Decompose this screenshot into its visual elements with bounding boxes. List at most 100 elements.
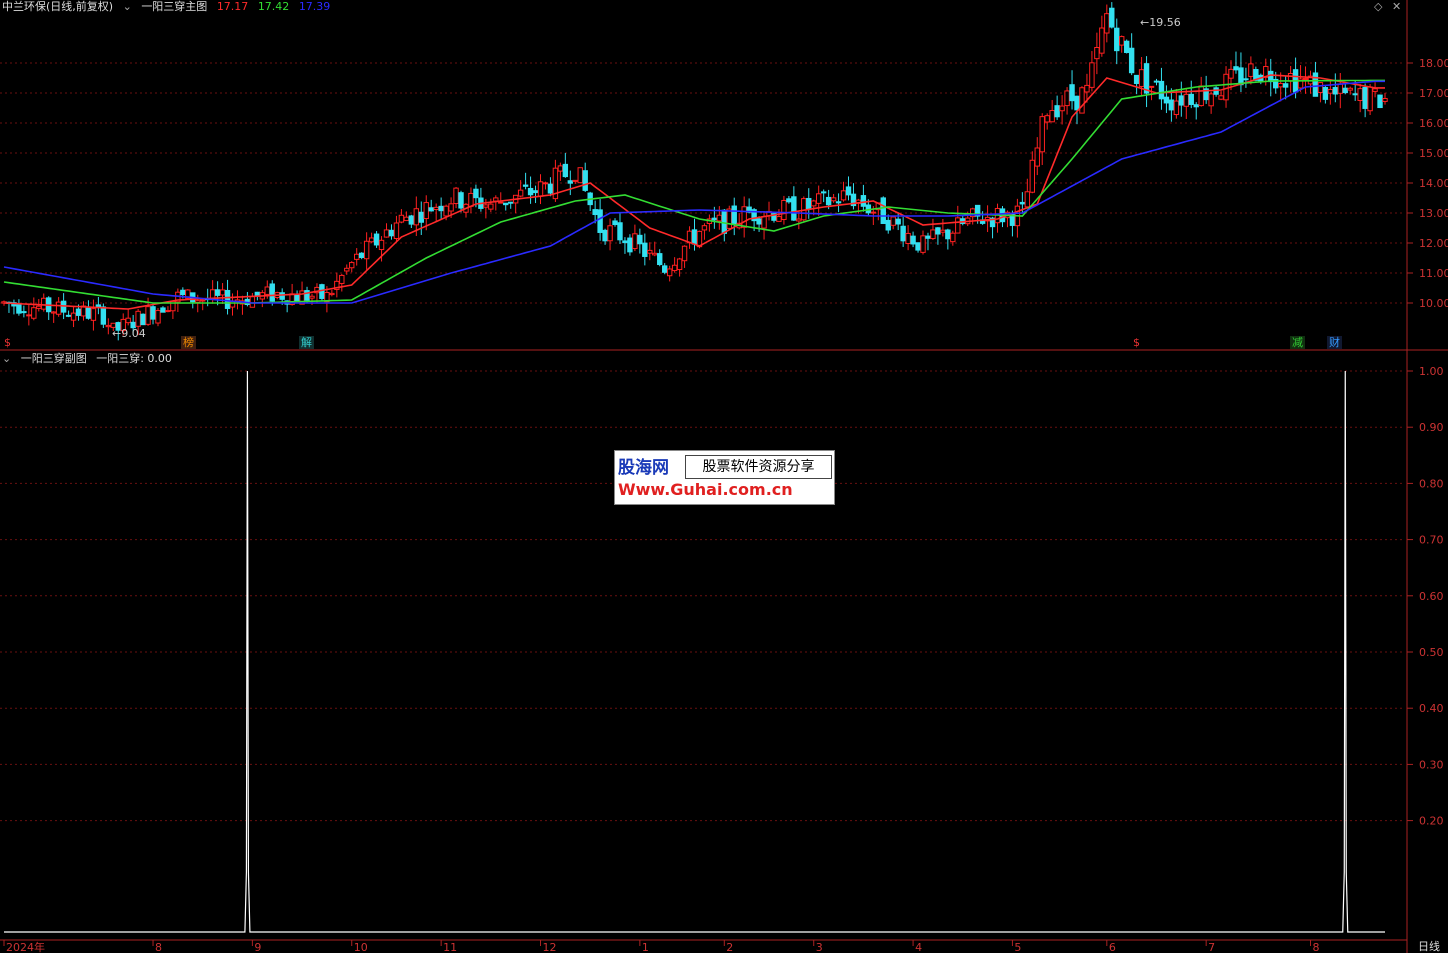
candle-body xyxy=(582,170,588,191)
candle-body xyxy=(140,313,146,326)
candle-body xyxy=(1367,86,1373,112)
candle-body xyxy=(627,237,633,253)
diamond-icon[interactable]: ◇ xyxy=(1374,0,1382,13)
event-tag-4[interactable]: $ xyxy=(1131,336,1142,349)
sub-tick-label: 0.40 xyxy=(1419,702,1444,715)
candle-body xyxy=(1377,94,1383,109)
close-icon[interactable]: ✕ xyxy=(1392,0,1401,13)
candle-body xyxy=(65,314,72,317)
candle-body xyxy=(811,200,817,207)
candle-body xyxy=(125,317,131,324)
event-tag-1[interactable]: $ xyxy=(2,336,13,349)
candle-body xyxy=(676,258,683,271)
candle-body xyxy=(890,216,896,226)
candle-body xyxy=(825,196,832,206)
candle-body xyxy=(900,225,906,242)
sub-toggle-icon[interactable]: ⌄ xyxy=(2,352,11,365)
candle-body xyxy=(339,274,345,284)
price-tick-label: 13.00 xyxy=(1419,207,1448,220)
candle-body xyxy=(31,307,37,319)
candle-body xyxy=(1268,70,1274,83)
candle-body xyxy=(920,235,926,253)
candle-body xyxy=(1099,27,1105,54)
candle-body xyxy=(845,186,852,196)
candle-body xyxy=(344,267,350,272)
date-tick-label: 1 xyxy=(642,941,649,953)
candle-body xyxy=(378,239,385,251)
date-tick-label: 2 xyxy=(726,941,733,953)
ma1-value: 17.17 xyxy=(216,0,249,13)
candle-body xyxy=(1178,95,1185,106)
candle-body xyxy=(155,310,161,324)
candle-body xyxy=(726,208,732,229)
candle-body xyxy=(1104,13,1110,34)
date-tick-label: 2024年 xyxy=(6,940,45,953)
event-tag-3[interactable]: 解 xyxy=(299,336,314,349)
candle-body xyxy=(1382,97,1388,102)
candle-body xyxy=(1084,84,1090,93)
candle-body xyxy=(577,167,583,184)
event-tag-6[interactable]: 财 xyxy=(1327,336,1342,349)
candle-body xyxy=(269,283,275,302)
candle-body xyxy=(756,218,762,225)
candle-body xyxy=(1312,72,1319,97)
candle-body xyxy=(1287,72,1294,82)
window-controls[interactable]: ◇ ✕ xyxy=(1374,0,1407,13)
candle-body xyxy=(1024,191,1031,208)
candle-body xyxy=(21,311,27,314)
candle-body xyxy=(200,299,206,302)
candle-body xyxy=(448,203,454,212)
candle-body xyxy=(1327,88,1334,94)
candle-body xyxy=(423,202,429,220)
period-label[interactable]: 日线 xyxy=(1418,940,1440,953)
candle-body xyxy=(373,233,380,246)
candle-body xyxy=(507,201,514,204)
candle-body xyxy=(612,220,618,226)
candle-body xyxy=(761,216,767,229)
event-tag-2[interactable]: 榜 xyxy=(181,336,196,349)
main-indicator-name[interactable]: 一阳三穿主图 xyxy=(141,0,207,13)
candle-body xyxy=(1337,83,1343,94)
candle-body xyxy=(145,306,151,325)
candle-body xyxy=(572,179,578,182)
stock-name[interactable]: 中兰环保(日线,前复权) xyxy=(2,0,113,13)
indicator-toggle-icon[interactable]: ⌄ xyxy=(123,0,132,13)
date-tick-label: 8 xyxy=(1312,941,1319,953)
candle-body xyxy=(165,310,171,313)
candle-body xyxy=(517,189,524,197)
candle-body xyxy=(796,218,802,222)
candle-body xyxy=(1109,7,1115,28)
candle-body xyxy=(602,229,608,242)
candle-body xyxy=(1233,66,1239,71)
candle-body xyxy=(1372,88,1378,92)
candle-body xyxy=(329,292,335,296)
price-tick-label: 18.00 xyxy=(1419,57,1448,70)
candle-body xyxy=(1362,86,1368,109)
candle-body xyxy=(1193,104,1199,108)
candle-body xyxy=(105,324,112,328)
candle-body xyxy=(1074,95,1080,111)
candle-body xyxy=(1347,87,1353,91)
candle-body xyxy=(1148,85,1155,88)
candle-body xyxy=(1352,93,1358,96)
candle-body xyxy=(537,181,544,197)
sub-indicator-name[interactable]: 一阳三穿副图 xyxy=(21,352,87,365)
candle-body xyxy=(567,180,574,184)
event-tag-5[interactable]: 减 xyxy=(1290,336,1305,349)
candle-body xyxy=(776,216,782,222)
ma2-value: 17.42 xyxy=(257,0,290,13)
ma3-value: 17.39 xyxy=(298,0,331,13)
candle-body xyxy=(607,225,613,242)
candle-body xyxy=(870,211,877,214)
high-annotation: ←19.56 xyxy=(1140,16,1181,29)
candle-body xyxy=(264,286,270,295)
sub-indicator-value: 一阳三穿: 0.00 xyxy=(96,352,172,365)
date-tick-label: 9 xyxy=(254,941,261,953)
candle-body xyxy=(522,184,529,187)
candle-body xyxy=(1069,84,1075,102)
candle-body xyxy=(1019,201,1026,205)
price-tick-label: 10.00 xyxy=(1419,297,1448,310)
candle-body xyxy=(453,187,459,205)
date-tick-label: 11 xyxy=(443,941,457,953)
candle-body xyxy=(835,201,842,204)
